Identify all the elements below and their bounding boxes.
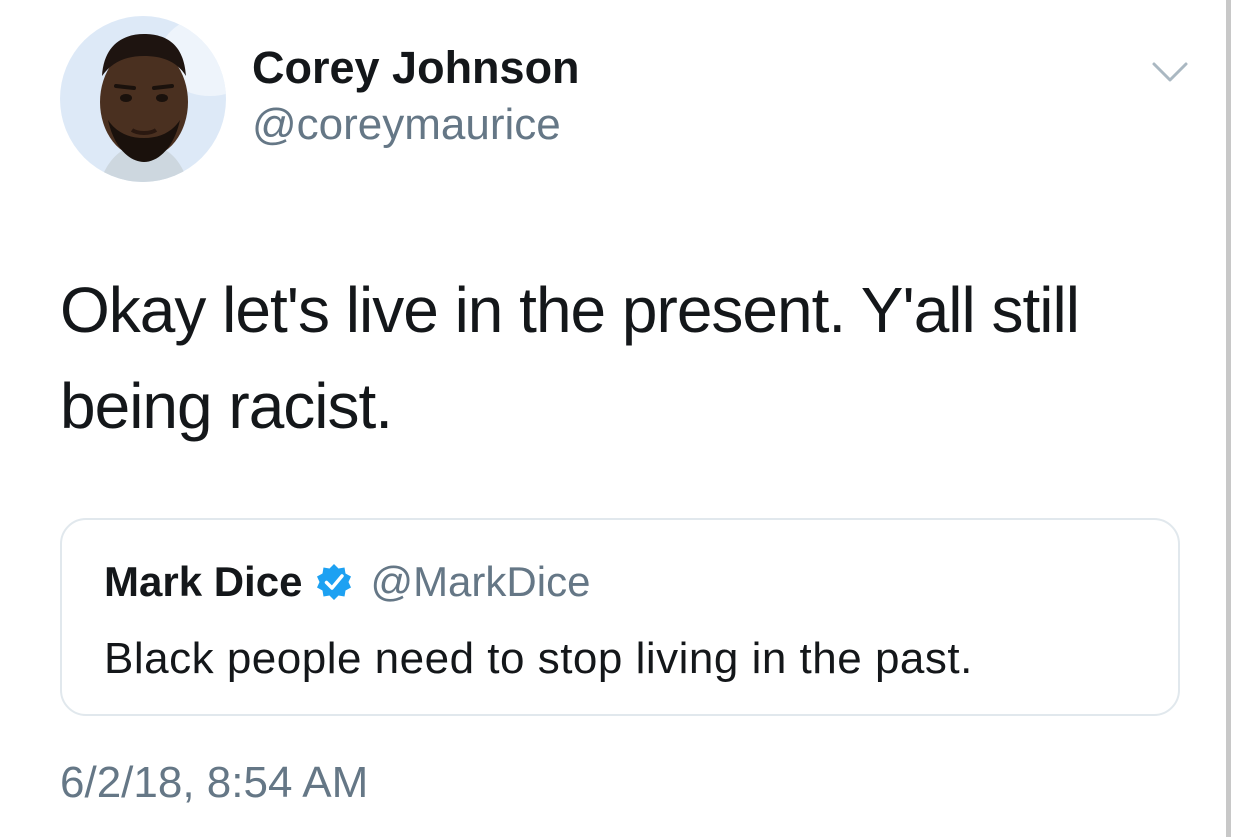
quoted-author-name: Mark Dice bbox=[104, 558, 303, 605]
quoted-tweet-header: Mark Dice @MarkDice bbox=[104, 558, 590, 606]
verified-badge-icon bbox=[314, 562, 354, 602]
quoted-author-handle: @MarkDice bbox=[370, 558, 591, 605]
profile-photo bbox=[60, 16, 226, 182]
chevron-down-icon[interactable] bbox=[1150, 56, 1190, 88]
tweet-timestamp[interactable]: 6/2/18, 8:54 AM bbox=[60, 758, 368, 808]
scrollbar-edge bbox=[1226, 0, 1231, 837]
author-display-name[interactable]: Corey Johnson bbox=[252, 42, 580, 94]
tweet-text: Okay let's live in the present. Y'all st… bbox=[60, 274, 1080, 442]
quoted-tweet-card[interactable]: Mark Dice @MarkDice Black people need to… bbox=[60, 518, 1180, 716]
author-handle[interactable]: @coreymaurice bbox=[252, 100, 561, 150]
avatar[interactable] bbox=[60, 16, 226, 182]
quoted-tweet-text: Black people need to stop living in the … bbox=[104, 634, 973, 683]
